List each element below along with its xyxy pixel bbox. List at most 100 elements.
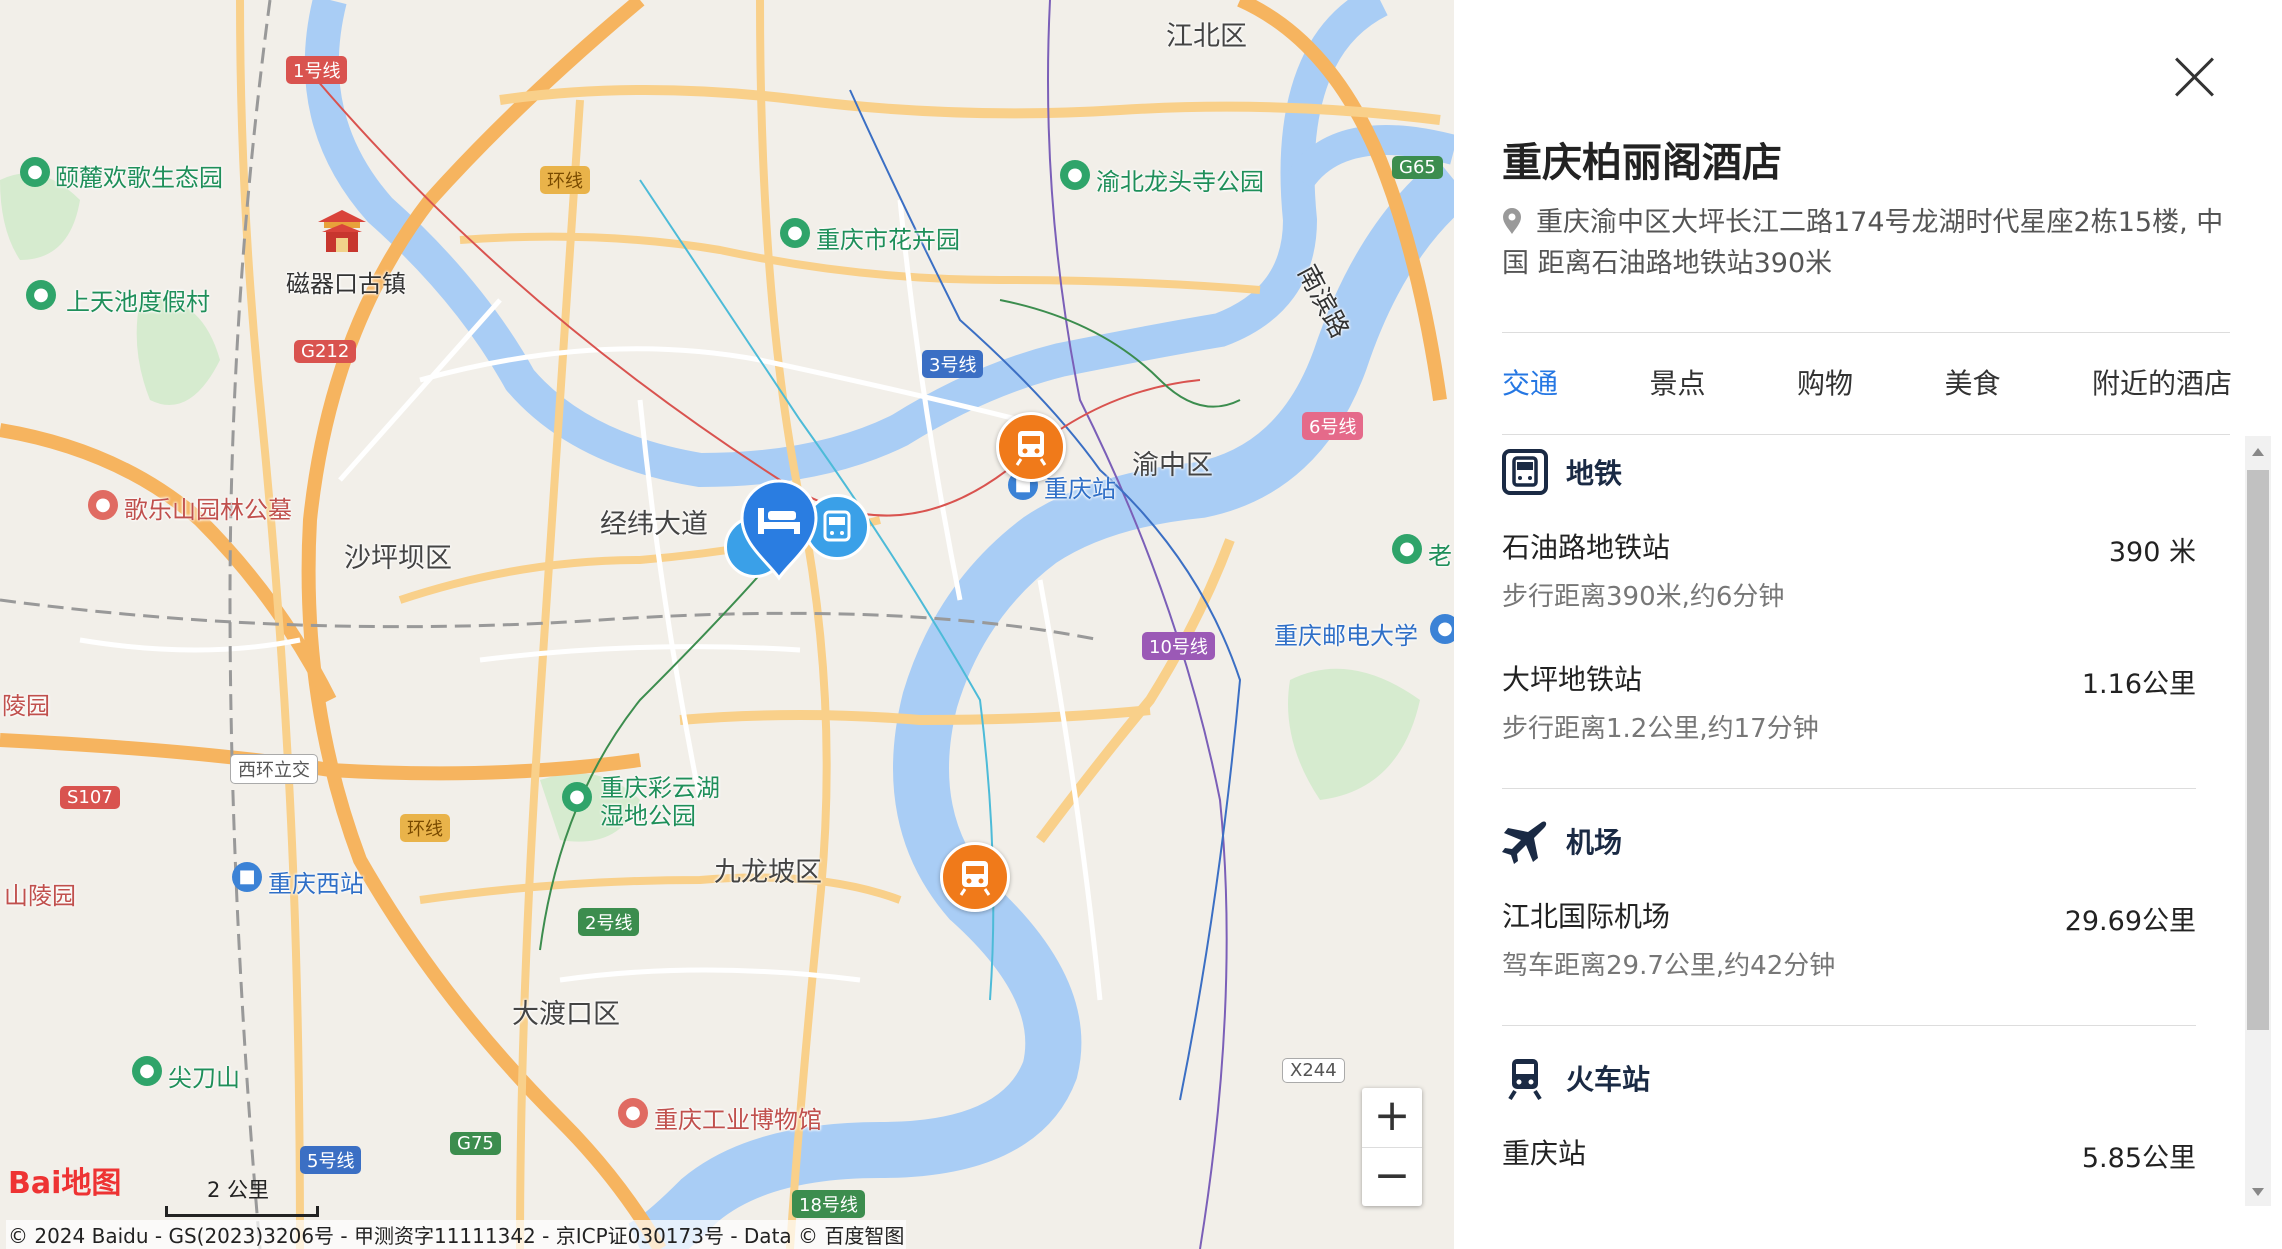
interchange-label: 西环立交 <box>230 754 318 784</box>
hotel-name: 重庆柏丽阁酒店 <box>1502 140 1782 186</box>
university-icon: ● <box>1430 614 1454 644</box>
transport-list[interactable]: 地铁 石油路地铁站 390 米 步行距离390米,约6分钟 大坪地铁站 1.16… <box>1502 440 2196 1249</box>
station-name: 石油路地铁站 <box>1502 531 1671 564</box>
tab-nearby-hotels[interactable]: 附近的酒店 <box>2092 362 2232 402</box>
scale-bar: 2 公里 <box>165 1174 319 1217</box>
scroll-down-arrow[interactable] <box>2252 1188 2264 1196</box>
metro-line-shield: 3号线 <box>922 350 984 378</box>
metro-icon <box>1502 449 1548 495</box>
nearby-tabs: 交通 景点 购物 美食 附近的酒店 <box>1502 362 2232 402</box>
poi-label[interactable]: 歌乐山园林公墓 <box>124 490 292 525</box>
poi-label[interactable]: 颐麓欢歌生态园 <box>55 158 223 193</box>
address-text: 重庆渝中区大坪长江二路174号龙湖时代星座2栋15楼, 中国 距离石油路地铁站3… <box>1502 207 2224 279</box>
zoom-in-button[interactable]: + <box>1362 1088 1422 1147</box>
tab-transport[interactable]: 交通 <box>1502 362 1558 402</box>
museum-icon: ● <box>618 1098 648 1128</box>
poi-label[interactable]: 重庆邮电大学 <box>1274 616 1418 651</box>
poi-label[interactable]: 渝北龙头寺公园 <box>1096 162 1264 197</box>
train-icon <box>1015 431 1047 466</box>
poi-label[interactable]: 山陵园 <box>4 876 76 911</box>
hotel-marker[interactable] <box>738 478 820 582</box>
road-shield: 环线 <box>540 166 590 194</box>
poi-label[interactable]: 重庆市花卉园 <box>816 220 960 255</box>
poi-label[interactable]: 尖刀山 <box>168 1058 240 1093</box>
section-train: 火车站 <box>1502 1046 2196 1110</box>
road-label: 经纬大道 <box>600 509 708 540</box>
airport-name: 江北国际机场 <box>1502 900 1671 933</box>
plane-icon <box>1502 821 1547 864</box>
scroll-thumb[interactable] <box>2247 470 2269 1030</box>
close-icon[interactable] <box>2172 55 2218 101</box>
train-station-marker[interactable] <box>940 842 1010 912</box>
metro-line-shield: 6号线 <box>1302 412 1364 440</box>
airport-drive-info: 驾车距离29.7公里,约42分钟 <box>1502 951 1836 981</box>
station-name: 重庆站 <box>1502 1137 1587 1170</box>
railway-station-icon: ■ <box>232 862 262 892</box>
park-icon: ● <box>562 782 592 812</box>
poi-label[interactable]: 重庆彩云湖湿地公园 <box>600 774 740 830</box>
train-icon <box>1508 1059 1542 1101</box>
mountain-icon: ● <box>132 1056 162 1086</box>
section-airport: 机场 <box>1502 809 2196 873</box>
district-label: 渝中区 <box>1132 450 1213 481</box>
list-item[interactable]: 石油路地铁站 390 米 步行距离390米,约6分钟 <box>1502 524 2196 656</box>
zoom-control: + − <box>1362 1088 1422 1206</box>
poi-label[interactable]: 上天池度假村 <box>66 282 210 317</box>
section-title: 地铁 <box>1566 457 1623 490</box>
cemetery-icon: ● <box>88 490 118 520</box>
section-title: 火车站 <box>1566 1063 1651 1096</box>
poi-label[interactable]: 陵园 <box>2 686 50 721</box>
poi-label[interactable]: 重庆工业博物馆 <box>654 1100 822 1135</box>
train-station-marker[interactable] <box>996 412 1066 482</box>
park-icon: ● <box>1060 160 1090 190</box>
list-item[interactable]: 大坪地铁站 1.16公里 步行距离1.2公里,约17分钟 <box>1502 656 2196 788</box>
station-distance: 390 米 <box>2108 537 2196 568</box>
divider <box>1502 1025 2196 1026</box>
map-copyright: © 2024 Baidu - GS(2023)3206号 - 甲测资字11111… <box>6 1220 907 1249</box>
station-distance: 5.85公里 <box>2081 1143 2196 1174</box>
location-pin-icon <box>1503 208 1521 234</box>
station-name: 大坪地铁站 <box>1502 663 1643 696</box>
divider <box>1502 332 2230 333</box>
tab-food[interactable]: 美食 <box>1944 362 2000 402</box>
road-shield: 环线 <box>400 814 450 842</box>
map-view[interactable]: 江北区 渝中区 沙坪坝区 九龙坡区 大渡口区 经纬大道 南滨路 ● 颐麓欢歌生态… <box>0 0 1454 1249</box>
district-label: 大渡口区 <box>512 999 620 1030</box>
poi-label[interactable]: 老 <box>1428 536 1452 571</box>
road-shield: X244 <box>1282 1058 1345 1083</box>
park-icon: ● <box>20 157 50 187</box>
bed-icon <box>740 479 818 581</box>
district-label: 九龙坡区 <box>714 857 822 888</box>
station-walk-info: 步行距离1.2公里,约17分钟 <box>1502 714 1819 744</box>
road-shield: G65 <box>1392 156 1443 179</box>
tab-shopping[interactable]: 购物 <box>1797 362 1853 402</box>
list-item[interactable]: 江北国际机场 29.69公里 驾车距离29.7公里,约42分钟 <box>1502 893 2196 1025</box>
road-shield: G75 <box>450 1132 501 1155</box>
metro-line-shield: 2号线 <box>578 908 640 936</box>
hotel-address: 重庆渝中区大坪长江二路174号龙湖时代星座2栋15楼, 中国 距离石油路地铁站3… <box>1502 202 2232 284</box>
road-shield: G212 <box>294 340 357 363</box>
section-title: 机场 <box>1566 826 1623 859</box>
scale-label: 2 公里 <box>207 1178 270 1202</box>
pagoda-icon <box>314 208 370 256</box>
poi-label[interactable]: 磁器口古镇 <box>286 264 406 299</box>
metro-line-shield: 5号线 <box>300 1146 362 1174</box>
metro-line-shield: 18号线 <box>792 1190 865 1218</box>
district-label: 江北区 <box>1166 21 1247 52</box>
station-walk-info: 步行距离390米,约6分钟 <box>1502 582 1785 612</box>
panel-scrollbar[interactable] <box>2245 436 2271 1206</box>
metro-line-shield: 10号线 <box>1142 632 1215 660</box>
scroll-up-arrow[interactable] <box>2252 448 2264 456</box>
tab-attractions[interactable]: 景点 <box>1649 362 1705 402</box>
resort-icon: ● <box>26 280 56 310</box>
airport-distance: 29.69公里 <box>2064 906 2196 937</box>
park-icon: ● <box>1392 534 1422 564</box>
list-item[interactable]: 重庆站 5.85公里 <box>1502 1130 2196 1249</box>
divider <box>1502 788 2196 789</box>
zoom-out-button[interactable]: − <box>1362 1147 1422 1207</box>
station-distance: 1.16公里 <box>2081 669 2196 700</box>
section-metro: 地铁 <box>1502 440 2196 504</box>
district-label: 沙坪坝区 <box>344 543 452 574</box>
road-shield: S107 <box>60 786 120 809</box>
poi-label[interactable]: 重庆西站 <box>268 864 364 899</box>
